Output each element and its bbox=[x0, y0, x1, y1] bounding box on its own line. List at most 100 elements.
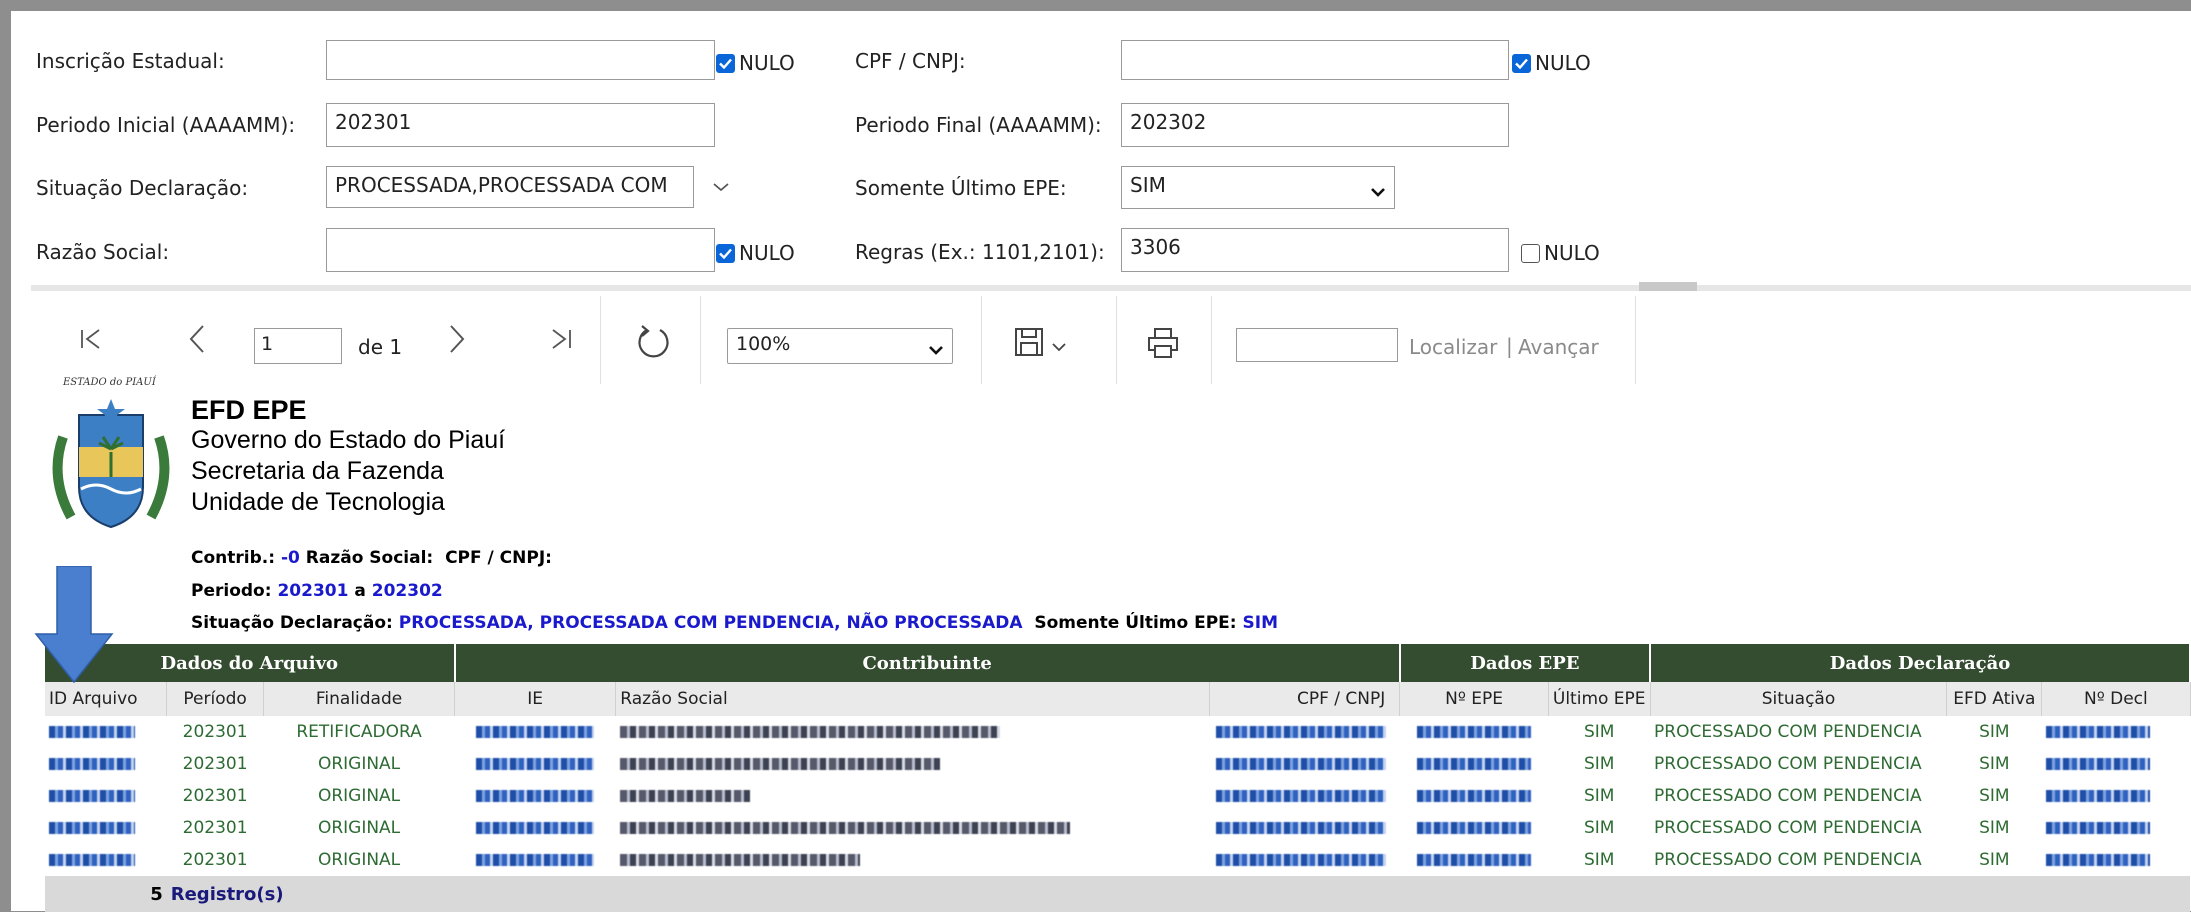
report-title: EFD EPE bbox=[191, 395, 307, 425]
cell-id-arquivo[interactable] bbox=[45, 812, 167, 844]
cell-situacao: PROCESSADO COM PENDENCIA bbox=[1654, 722, 1922, 742]
col-ie[interactable]: IE bbox=[454, 682, 617, 716]
redacted-value bbox=[1417, 822, 1532, 834]
nulo-cpf-checkbox[interactable]: NULO bbox=[1512, 51, 1591, 75]
zoom-select[interactable]: 100% bbox=[727, 328, 953, 364]
first-page-icon[interactable] bbox=[71, 319, 111, 359]
checkbox-checked-icon bbox=[716, 243, 735, 263]
next-page-icon[interactable] bbox=[437, 319, 477, 359]
cpf-input[interactable] bbox=[1121, 40, 1509, 80]
cell-n-epe[interactable] bbox=[1400, 780, 1549, 812]
col-cpf-cnpj[interactable]: CPF / CNPJ bbox=[1209, 682, 1401, 716]
cell-ultimo-epe: SIM bbox=[1583, 786, 1615, 806]
col-id-arquivo[interactable]: ID Arquivo bbox=[45, 682, 168, 716]
cell-id-arquivo[interactable] bbox=[45, 844, 167, 876]
cell-n-decl bbox=[2042, 716, 2190, 748]
periodo-final-input[interactable]: 202302 bbox=[1121, 103, 1509, 147]
col-razao-social[interactable]: Razão Social bbox=[615, 682, 1211, 716]
report-table: Dados do Arquivo Contribuinte Dados EPE … bbox=[45, 644, 2191, 912]
periodo-inicial-input[interactable]: 202301 bbox=[326, 103, 715, 147]
cell-efd-ativa: SIM bbox=[1979, 722, 2010, 742]
last-page-icon[interactable] bbox=[541, 319, 581, 359]
params-line-contrib: Contrib.: -0 Razão Social: CPF / CNPJ: bbox=[191, 548, 552, 568]
cell-id-arquivo[interactable] bbox=[45, 748, 167, 780]
toolbar-divider bbox=[981, 296, 982, 384]
redacted-value bbox=[1417, 758, 1532, 770]
table-row[interactable]: 202301 ORIGINAL SIM PROCESSADO COM PENDENCI… bbox=[45, 844, 2190, 876]
table-row[interactable]: 202301 ORIGINAL SIM PROCESSADO COM PENDENCI… bbox=[45, 812, 2190, 844]
cell-efd-ativa: SIM bbox=[1979, 850, 2010, 870]
cell-ie[interactable] bbox=[455, 748, 616, 780]
cell-ie[interactable] bbox=[455, 844, 616, 876]
col-periodo[interactable]: Período bbox=[166, 682, 265, 716]
somente-param-label: Somente Último EPE: bbox=[1034, 613, 1237, 633]
nulo-regras-checkbox[interactable]: NULO bbox=[1521, 241, 1600, 265]
cell-n-epe[interactable] bbox=[1400, 716, 1549, 748]
table-footer-row: 5 Registro(s) bbox=[45, 876, 2190, 912]
page-number-input[interactable]: 1 bbox=[254, 328, 342, 364]
inscricao-input[interactable] bbox=[326, 40, 715, 80]
situacao-multiselect[interactable]: PROCESSADA,PROCESSADA COM bbox=[326, 166, 694, 208]
nulo-razao-checkbox[interactable]: NULO bbox=[716, 241, 795, 265]
refresh-icon[interactable] bbox=[631, 321, 675, 365]
cell-n-epe[interactable] bbox=[1400, 748, 1549, 780]
seal-text: ESTADO do PIAUÍ bbox=[63, 377, 156, 388]
cell-id-arquivo[interactable] bbox=[45, 716, 167, 748]
col-finalidade[interactable]: Finalidade bbox=[263, 682, 456, 716]
params-line-situacao: Situação Declaração: PROCESSADA, PROCESS… bbox=[191, 613, 1278, 633]
checkbox-unchecked-icon bbox=[1521, 243, 1540, 263]
razao-label: Razão Social: bbox=[36, 240, 170, 264]
nulo-inscricao-checkbox[interactable]: NULO bbox=[716, 51, 795, 75]
splitter-bar[interactable] bbox=[31, 285, 2191, 291]
cell-finalidade: ORIGINAL bbox=[317, 786, 401, 806]
somente-ultimo-select[interactable]: SIM bbox=[1121, 166, 1395, 209]
cell-n-epe[interactable] bbox=[1400, 812, 1549, 844]
table-row[interactable]: 202301 ORIGINAL SIM PROCESSADO COM PENDENCI… bbox=[45, 780, 2190, 812]
find-separator: | bbox=[1506, 334, 1513, 358]
contrib-value: -0 bbox=[280, 548, 300, 568]
col-efd-ativa[interactable]: EFD Ativa bbox=[1946, 682, 2043, 716]
group-dados-epe: Dados EPE bbox=[1399, 644, 1652, 682]
save-export-icon[interactable] bbox=[1009, 321, 1079, 365]
find-input[interactable] bbox=[1236, 328, 1398, 362]
previous-page-icon[interactable] bbox=[177, 319, 217, 359]
find-link[interactable]: Localizar bbox=[1409, 335, 1497, 359]
regras-input[interactable]: 3306 bbox=[1121, 228, 1509, 272]
report-line-3: Unidade de Tecnologia bbox=[191, 488, 445, 516]
print-icon[interactable] bbox=[1141, 321, 1185, 365]
col-situacao[interactable]: Situação bbox=[1650, 682, 1948, 716]
redacted-value bbox=[49, 822, 135, 834]
cell-finalidade: RETIFICADORA bbox=[296, 722, 422, 742]
redacted-value bbox=[1417, 854, 1532, 866]
col-n-epe[interactable]: Nº EPE bbox=[1399, 682, 1549, 716]
zoom-value: 100% bbox=[736, 333, 791, 355]
periodo-to-value: 202302 bbox=[371, 581, 443, 601]
find-next-link[interactable]: Avançar bbox=[1518, 335, 1599, 359]
col-n-decl[interactable]: Nº Decl bbox=[2041, 682, 2191, 716]
cpf-param-label: CPF / CNPJ: bbox=[445, 548, 552, 568]
cell-ie[interactable] bbox=[455, 780, 616, 812]
nulo-label: NULO bbox=[1544, 241, 1600, 265]
cell-ie[interactable] bbox=[455, 716, 616, 748]
cell-id-arquivo[interactable] bbox=[45, 780, 167, 812]
redacted-value bbox=[2045, 790, 2150, 802]
razao-input[interactable] bbox=[326, 228, 715, 272]
col-ultimo-epe[interactable]: Último EPE bbox=[1548, 682, 1651, 716]
cell-ie[interactable] bbox=[455, 812, 616, 844]
record-count-label: Registro(s) bbox=[166, 876, 2190, 912]
chevron-down-icon bbox=[1370, 179, 1386, 203]
situacao-label: Situação Declaração: bbox=[36, 176, 249, 200]
cell-efd-ativa: SIM bbox=[1979, 818, 2010, 838]
piaui-coat-of-arms: ESTADO do PIAUÍ bbox=[41, 377, 181, 537]
cell-periodo: 202301 bbox=[182, 818, 248, 838]
table-row[interactable]: 202301 RETIFICADORA SIM PROCESSADO COM PEND… bbox=[45, 716, 2190, 748]
splitter-handle[interactable] bbox=[1639, 282, 1697, 291]
cell-razao-social bbox=[616, 748, 1210, 780]
chevron-down-icon[interactable] bbox=[709, 175, 733, 199]
cell-n-epe[interactable] bbox=[1400, 844, 1549, 876]
situacao-param-label: Situação Declaração: bbox=[191, 613, 393, 633]
periodo-a-text: a bbox=[354, 581, 366, 601]
cell-razao-social bbox=[616, 716, 1210, 748]
table-row[interactable]: 202301 ORIGINAL SIM PROCESSADO COM PENDENCI… bbox=[45, 748, 2190, 780]
periodo-param-label: Periodo: bbox=[191, 581, 272, 601]
